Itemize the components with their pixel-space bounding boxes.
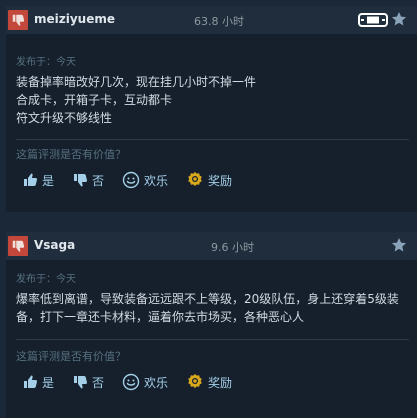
star-icon[interactable]: [391, 237, 407, 253]
vote-no-button[interactable]: 否: [68, 371, 108, 393]
award-button[interactable]: 奖励: [182, 169, 236, 191]
award-label: 奖励: [208, 375, 233, 390]
vote-no-label: 否: [92, 173, 105, 188]
star-icon[interactable]: [391, 11, 407, 27]
vote-no-button[interactable]: 否: [68, 169, 108, 191]
posted-date: 发布于：今天: [16, 274, 76, 285]
helpful-question: 这篇评测是否有价值？: [16, 350, 126, 363]
thumbs-down-icon: [12, 240, 25, 252]
review-line: 装备掉率暗改好几次，现在挂几小时不掉一件: [16, 75, 257, 89]
helpful-question: 这篇评测是否有价值？: [16, 148, 126, 161]
playtime: 9.6 小时: [211, 241, 254, 254]
review-line: 爆率低到离谱，导致装备远远跟不上等级，20级队伍，身上还穿着5级装备，打下一章还…: [16, 292, 399, 324]
steam-deck-icon: [358, 13, 388, 27]
smiley-icon: [122, 171, 140, 189]
vote-funny-button[interactable]: 欢乐: [118, 169, 172, 191]
review-line: 合成卡，开箱子卡，互动都卡: [16, 93, 173, 107]
vote-funny-label: 欢乐: [144, 173, 169, 188]
award-icon: [188, 172, 202, 186]
review-header: meiziyueme 63.8 小时: [6, 6, 417, 34]
review-body: 爆率低到离谱，导致装备远远跟不上等级，20级队伍，身上还穿着5级装备，打下一章还…: [16, 290, 409, 326]
posted-date: 发布于：今天: [16, 57, 76, 68]
playtime: 63.8 小时: [194, 15, 244, 28]
thumbs-down-icon: [12, 14, 25, 26]
vote-controls: 是 否 欢乐 奖励: [18, 169, 246, 191]
smiley-icon: [122, 373, 140, 391]
vote-funny-label: 欢乐: [144, 375, 169, 390]
vote-funny-button[interactable]: 欢乐: [118, 371, 172, 393]
award-icon: [188, 374, 202, 388]
award-label: 奖励: [208, 173, 233, 188]
review-card: meiziyueme 63.8 小时 发布于：今天 装备掉率暗改好几次，现在挂几…: [6, 6, 417, 212]
vote-controls: 是 否 欢乐 奖励: [18, 371, 246, 393]
vote-yes-button[interactable]: 是: [18, 169, 58, 191]
review-card: Vsaga 9.6 小时 发布于：今天 爆率低到离谱，导致装备远远跟不上等级，2…: [6, 232, 417, 418]
not-recommended-badge: [8, 236, 28, 256]
vote-yes-label: 是: [42, 375, 55, 390]
vote-yes-button[interactable]: 是: [18, 371, 58, 393]
divider: [16, 139, 409, 140]
thumbs-down-icon: [74, 174, 88, 187]
review-line: 符文升级不够线性: [16, 111, 113, 125]
divider: [16, 339, 409, 340]
reviewer-name[interactable]: meiziyueme: [34, 12, 115, 26]
vote-no-label: 否: [92, 375, 105, 390]
vote-yes-label: 是: [42, 173, 55, 188]
not-recommended-badge: [8, 10, 28, 30]
review-body: 装备掉率暗改好几次，现在挂几小时不掉一件 合成卡，开箱子卡，互动都卡 符文升级不…: [16, 73, 409, 127]
review-header: Vsaga 9.6 小时: [6, 232, 417, 260]
thumbs-up-icon: [24, 375, 38, 388]
reviewer-name[interactable]: Vsaga: [34, 238, 75, 252]
thumbs-down-icon: [74, 376, 88, 389]
award-button[interactable]: 奖励: [182, 371, 236, 393]
thumbs-up-icon: [24, 173, 38, 186]
